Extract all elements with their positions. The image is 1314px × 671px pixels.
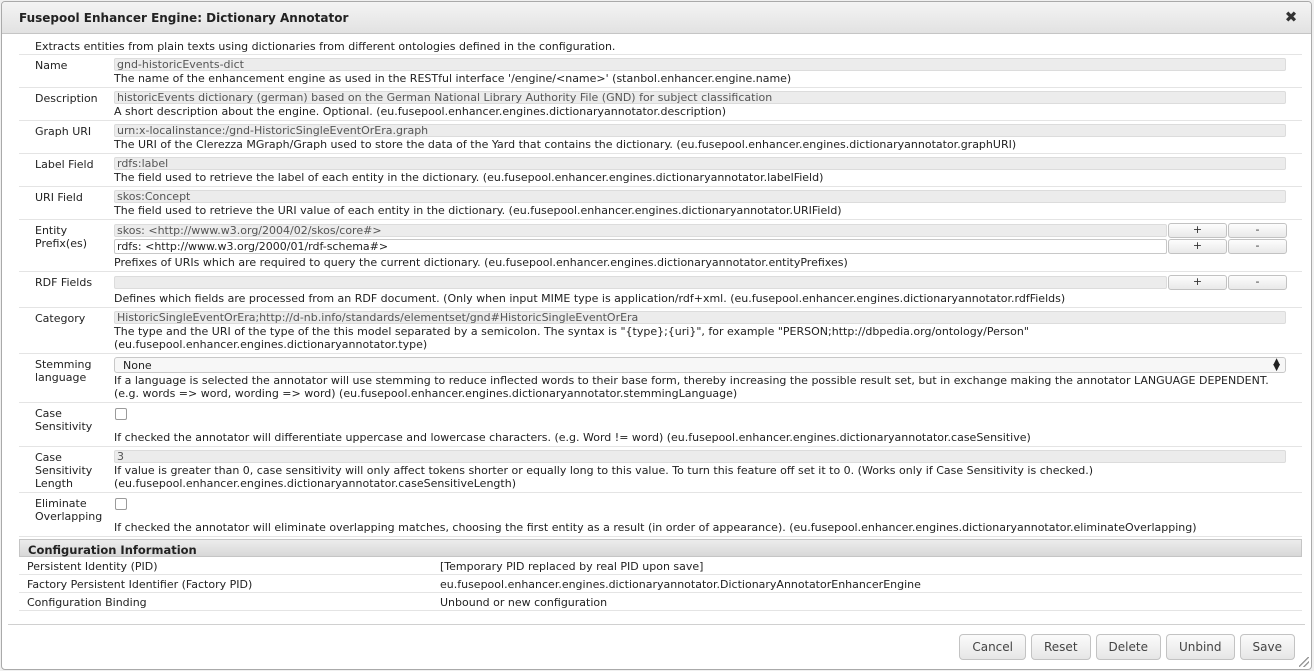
remove-prefix-button-2[interactable]: -	[1228, 239, 1287, 254]
dialog-title: Fusepool Enhancer Engine: Dictionary Ann…	[19, 11, 349, 25]
reset-button[interactable]: Reset	[1031, 634, 1091, 660]
eliminate-overlapping-help: If checked the annotator will eliminate …	[114, 521, 1197, 534]
config-info-row: Factory Persistent Identifier (Factory P…	[19, 575, 1302, 593]
case-length-help: If value is greater than 0, case sensiti…	[114, 464, 1094, 490]
uri-field-help: The field used to retrieve the URI value…	[114, 204, 842, 217]
footer-divider	[8, 624, 1305, 625]
cancel-button[interactable]: Cancel	[959, 634, 1026, 660]
eliminate-overlapping-label: Eliminate Overlapping	[35, 497, 103, 523]
close-icon[interactable]: ✖	[1283, 9, 1299, 25]
description-input[interactable]: historicEvents dictionary (german) based…	[114, 91, 1286, 104]
entity-prefix-input-1[interactable]: skos: <http://www.w3.org/2004/02/skos/co…	[114, 224, 1167, 237]
row-eliminate-overlapping: Eliminate Overlapping If checked the ann…	[19, 493, 1302, 537]
name-input[interactable]: gnd-historicEvents-dict	[114, 58, 1286, 71]
dialog-titlebar[interactable]: Fusepool Enhancer Engine: Dictionary Ann…	[2, 2, 1311, 34]
config-info-value: Unbound or new configuration	[440, 596, 608, 609]
row-case-length: Case Sensitivity Length 3 If value is gr…	[19, 447, 1302, 493]
row-stemming: Stemming language None ▲ ▼ If a language …	[19, 354, 1302, 403]
row-case-sensitivity: Case Sensitivity If checked the annotato…	[19, 403, 1302, 447]
case-sensitivity-checkbox[interactable]	[115, 408, 127, 420]
add-prefix-button-1[interactable]: +	[1168, 223, 1227, 238]
row-rdf-fields: RDF Fields + - Defines which fields are …	[19, 272, 1302, 308]
category-input[interactable]: HistoricSingleEventOrEra;http://d-nb.inf…	[114, 311, 1286, 324]
case-sensitivity-help: If checked the annotator will differenti…	[114, 431, 1031, 444]
config-info-key: Factory Persistent Identifier (Factory P…	[27, 578, 253, 591]
stemming-language-select[interactable]: None ▲ ▼	[114, 357, 1286, 373]
remove-rdf-field-button[interactable]: -	[1228, 275, 1287, 290]
graph-uri-label: Graph URI	[35, 125, 92, 138]
uri-field-label: URI Field	[35, 191, 83, 204]
stemming-help: If a language is selected the annotator …	[114, 374, 1269, 400]
rdf-fields-label: RDF Fields	[35, 276, 93, 289]
select-arrows-icon: ▲ ▼	[1273, 357, 1280, 373]
add-prefix-button-2[interactable]: +	[1168, 239, 1227, 254]
label-field-label: Label Field	[35, 158, 94, 171]
row-name: Name gnd-historicEvents-dict The name of…	[19, 55, 1302, 88]
config-info-value: eu.fusepool.enhancer.engines.dictionarya…	[440, 578, 921, 591]
description-label: Description	[35, 92, 98, 105]
name-label: Name	[35, 59, 68, 72]
config-info-key: Configuration Binding	[27, 596, 147, 609]
footer-buttons: Cancel Reset Delete Unbind Save	[954, 634, 1295, 660]
case-sensitivity-label: Case Sensitivity	[35, 407, 93, 433]
save-button[interactable]: Save	[1239, 634, 1295, 660]
entity-prefixes-label: Entity Prefix(es)	[35, 224, 88, 250]
entity-prefixes-help: Prefixes of URIs which are required to q…	[114, 256, 848, 269]
dialog-content: Extracts entities from plain texts using…	[19, 39, 1302, 611]
config-info-key: Persistent Identity (PID)	[27, 560, 158, 573]
case-length-label: Case Sensitivity Length	[35, 451, 93, 490]
row-graph-uri: Graph URI urn:x-localinstance:/gnd-Histo…	[19, 121, 1302, 154]
config-info-row: Persistent Identity (PID) [Temporary PID…	[19, 557, 1302, 575]
name-description: The name of the enhancement engine as us…	[114, 72, 792, 85]
category-label: Category	[35, 312, 86, 325]
resize-handle-icon[interactable]	[1299, 657, 1309, 667]
category-help: The type and the URI of the type of the …	[114, 325, 1029, 351]
row-category: Category HistoricSingleEventOrEra;http:/…	[19, 308, 1302, 354]
eliminate-overlapping-checkbox[interactable]	[115, 498, 127, 510]
config-dialog: Fusepool Enhancer Engine: Dictionary Ann…	[1, 1, 1312, 670]
config-info-value: [Temporary PID replaced by real PID upon…	[440, 560, 704, 573]
graph-uri-input[interactable]: urn:x-localinstance:/gnd-HistoricSingleE…	[114, 124, 1286, 137]
row-description: Description historicEvents dictionary (g…	[19, 88, 1302, 121]
rdf-fields-input[interactable]	[114, 276, 1167, 289]
label-field-input[interactable]: rdfs:label	[114, 157, 1286, 170]
add-rdf-field-button[interactable]: +	[1168, 275, 1227, 290]
label-field-help: The field used to retrieve the label of …	[114, 171, 824, 184]
row-entity-prefixes: Entity Prefix(es) skos: <http://www.w3.o…	[19, 220, 1302, 272]
stemming-label: Stemming language	[35, 358, 92, 384]
remove-prefix-button-1[interactable]: -	[1228, 223, 1287, 238]
engine-intro: Extracts entities from plain texts using…	[19, 39, 1302, 55]
entity-prefix-input-2[interactable]: rdfs: <http://www.w3.org/2000/01/rdf-sch…	[114, 239, 1167, 254]
stemming-selected-value: None	[123, 359, 152, 372]
row-uri-field: URI Field skos:Concept The field used to…	[19, 187, 1302, 220]
case-length-input[interactable]: 3	[114, 450, 1286, 463]
graph-uri-help: The URI of the Clerezza MGraph/Graph use…	[114, 138, 1017, 151]
delete-button[interactable]: Delete	[1095, 634, 1161, 660]
unbind-button[interactable]: Unbind	[1165, 634, 1235, 660]
config-info-header: Configuration Information	[19, 539, 1302, 557]
config-info-row: Configuration Binding Unbound or new con…	[19, 593, 1302, 611]
rdf-fields-help: Defines which fields are processed from …	[114, 292, 1066, 305]
row-label-field: Label Field rdfs:label The field used to…	[19, 154, 1302, 187]
uri-field-input[interactable]: skos:Concept	[114, 190, 1286, 203]
description-help: A short description about the engine. Op…	[114, 105, 726, 118]
